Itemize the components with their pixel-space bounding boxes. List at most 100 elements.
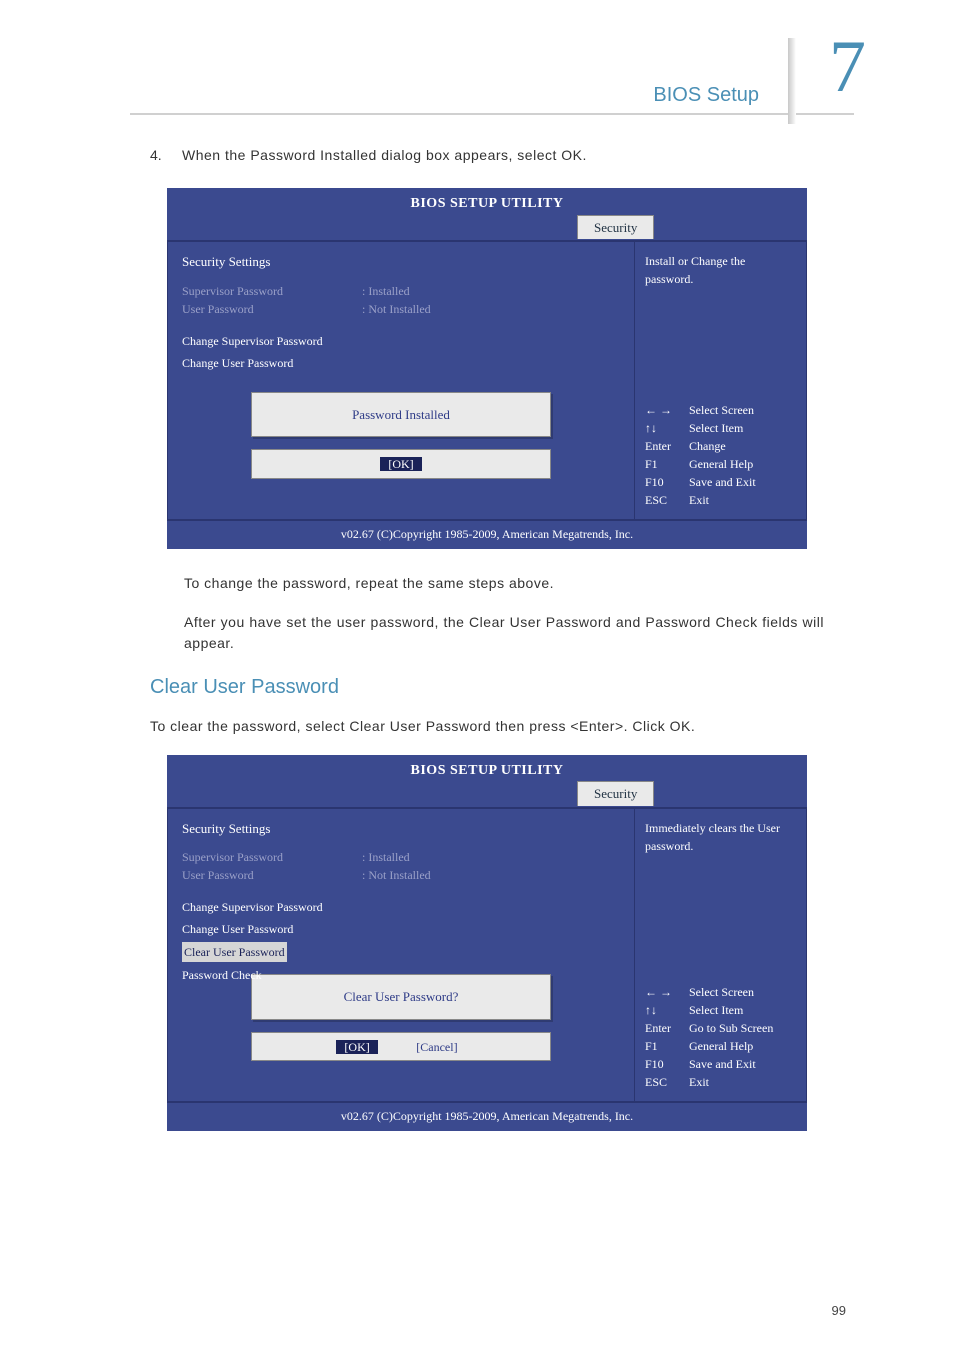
- supervisor-password-value: : Installed: [362, 282, 410, 300]
- supervisor-password-value: : Installed: [362, 848, 410, 866]
- bios-screenshot-1: BIOS SETUP UTILITY Security Security Set…: [150, 188, 824, 549]
- header-title: BIOS Setup: [653, 84, 759, 107]
- cancel-button[interactable]: [Cancel]: [408, 1040, 465, 1054]
- key-desc: Select Screen: [689, 401, 754, 419]
- paragraph: To clear the password, select Clear User…: [150, 716, 824, 737]
- menu-clear-user-password[interactable]: Clear User Password: [182, 942, 287, 962]
- key: Enter: [645, 1019, 689, 1037]
- key-row: F10Save and Exit: [645, 473, 796, 491]
- menu-change-supervisor-password[interactable]: Change Supervisor Password: [182, 898, 620, 916]
- tab-security[interactable]: Security: [577, 781, 654, 806]
- key-desc: Save and Exit: [689, 473, 756, 491]
- key-desc: Go to Sub Screen: [689, 1019, 773, 1037]
- menu-change-user-password[interactable]: Change User Password: [182, 354, 620, 372]
- key-row: ↑↓Select Item: [645, 1001, 796, 1019]
- dialog-message: Clear User Password?: [252, 975, 550, 1019]
- security-settings-heading: Security Settings: [182, 252, 620, 272]
- tab-security[interactable]: Security: [577, 215, 654, 240]
- key-desc: Change: [689, 437, 726, 455]
- bios-window: BIOS SETUP UTILITY Security Security Set…: [167, 755, 807, 1132]
- key: ESC: [645, 1073, 689, 1091]
- bios-tabs: Security: [167, 219, 807, 241]
- clear-user-password-dialog: Clear User Password?: [251, 974, 551, 1020]
- supervisor-password-row: Supervisor Password : Installed: [182, 848, 620, 866]
- dialog-message: Password Installed: [252, 393, 550, 437]
- chapter-badge: 7: [788, 38, 866, 124]
- paragraph: After you have set the user password, th…: [184, 612, 824, 654]
- key: F1: [645, 1037, 689, 1055]
- supervisor-password-row: Supervisor Password : Installed: [182, 282, 620, 300]
- bios-main-panel: Security Settings Supervisor Password : …: [168, 242, 634, 519]
- menu-change-user-password[interactable]: Change User Password: [182, 920, 620, 938]
- help-keys: ← →Select Screen ↑↓Select Item EnterChan…: [645, 401, 796, 509]
- key-row: F10Save and Exit: [645, 1055, 796, 1073]
- bios-window: BIOS SETUP UTILITY Security Security Set…: [167, 188, 807, 549]
- key-desc: Save and Exit: [689, 1055, 756, 1073]
- user-password-row: User Password : Not Installed: [182, 866, 620, 884]
- bios-footer: v02.67 (C)Copyright 1985-2009, American …: [167, 1102, 807, 1131]
- supervisor-password-label: Supervisor Password: [182, 282, 362, 300]
- step-4: 4. When the Password Installed dialog bo…: [150, 145, 824, 166]
- ok-button[interactable]: [OK]: [380, 457, 421, 471]
- bios-body: Security Settings Supervisor Password : …: [167, 808, 807, 1103]
- bios-footer: v02.67 (C)Copyright 1985-2009, American …: [167, 520, 807, 549]
- dialog-button-row: [OK]: [251, 449, 551, 479]
- key-row: ↑↓Select Item: [645, 419, 796, 437]
- key-desc: General Help: [689, 1037, 753, 1055]
- ok-button[interactable]: [OK]: [336, 1040, 377, 1054]
- key: F10: [645, 473, 689, 491]
- page-content: 4. When the Password Installed dialog bo…: [0, 115, 954, 1131]
- password-installed-dialog: Password Installed: [251, 392, 551, 438]
- key: ← →: [645, 401, 689, 419]
- key-desc: Select Item: [689, 1001, 743, 1019]
- key: ↑↓: [645, 419, 689, 437]
- step-text: When the Password Installed dialog box a…: [182, 145, 824, 166]
- key: F10: [645, 1055, 689, 1073]
- key-row: F1General Help: [645, 455, 796, 473]
- bios-help-panel: Immediately clears the User password. ← …: [634, 809, 806, 1102]
- bios-tabs: Security: [167, 786, 807, 808]
- key-desc: Select Item: [689, 419, 743, 437]
- security-settings-heading: Security Settings: [182, 819, 620, 839]
- bios-screenshot-2: BIOS SETUP UTILITY Security Security Set…: [150, 755, 824, 1132]
- key: ← →: [645, 983, 689, 1001]
- bios-help-panel: Install or Change the password. ← →Selec…: [634, 242, 806, 519]
- key-row: F1General Help: [645, 1037, 796, 1055]
- menu-change-supervisor-password[interactable]: Change Supervisor Password: [182, 332, 620, 350]
- user-password-label: User Password: [182, 866, 362, 884]
- user-password-value: : Not Installed: [362, 866, 431, 884]
- key: F1: [645, 455, 689, 473]
- user-password-label: User Password: [182, 300, 362, 318]
- bios-body: Security Settings Supervisor Password : …: [167, 241, 807, 520]
- key-desc: Exit: [689, 1073, 709, 1091]
- help-keys: ← →Select Screen ↑↓Select Item EnterGo t…: [645, 983, 796, 1091]
- chapter-number: 7: [829, 30, 866, 104]
- page-header: BIOS Setup 7: [130, 0, 854, 115]
- key-desc: Exit: [689, 491, 709, 509]
- bios-main-panel: Security Settings Supervisor Password : …: [168, 809, 634, 1102]
- supervisor-password-label: Supervisor Password: [182, 848, 362, 866]
- step-number: 4.: [150, 145, 168, 166]
- key: Enter: [645, 437, 689, 455]
- key-row: ← →Select Screen: [645, 401, 796, 419]
- key-row: ← →Select Screen: [645, 983, 796, 1001]
- key-desc: General Help: [689, 455, 753, 473]
- page-number: 99: [832, 1303, 846, 1318]
- key: ESC: [645, 491, 689, 509]
- key-row: EnterGo to Sub Screen: [645, 1019, 796, 1037]
- user-password-row: User Password : Not Installed: [182, 300, 620, 318]
- bios-title: BIOS SETUP UTILITY: [167, 755, 807, 786]
- section-heading-clear-user-password: Clear User Password: [150, 672, 824, 702]
- bios-title: BIOS SETUP UTILITY: [167, 188, 807, 219]
- key-row: EnterChange: [645, 437, 796, 455]
- help-description: Install or Change the password.: [645, 252, 796, 288]
- paragraph: To change the password, repeat the same …: [184, 573, 824, 594]
- help-description: Immediately clears the User password.: [645, 819, 796, 855]
- key: ↑↓: [645, 1001, 689, 1019]
- dialog-button-row: [OK] [Cancel]: [251, 1032, 551, 1062]
- chapter-bar: [788, 38, 796, 124]
- key-row: ESCExit: [645, 1073, 796, 1091]
- key-desc: Select Screen: [689, 983, 754, 1001]
- key-row: ESCExit: [645, 491, 796, 509]
- user-password-value: : Not Installed: [362, 300, 431, 318]
